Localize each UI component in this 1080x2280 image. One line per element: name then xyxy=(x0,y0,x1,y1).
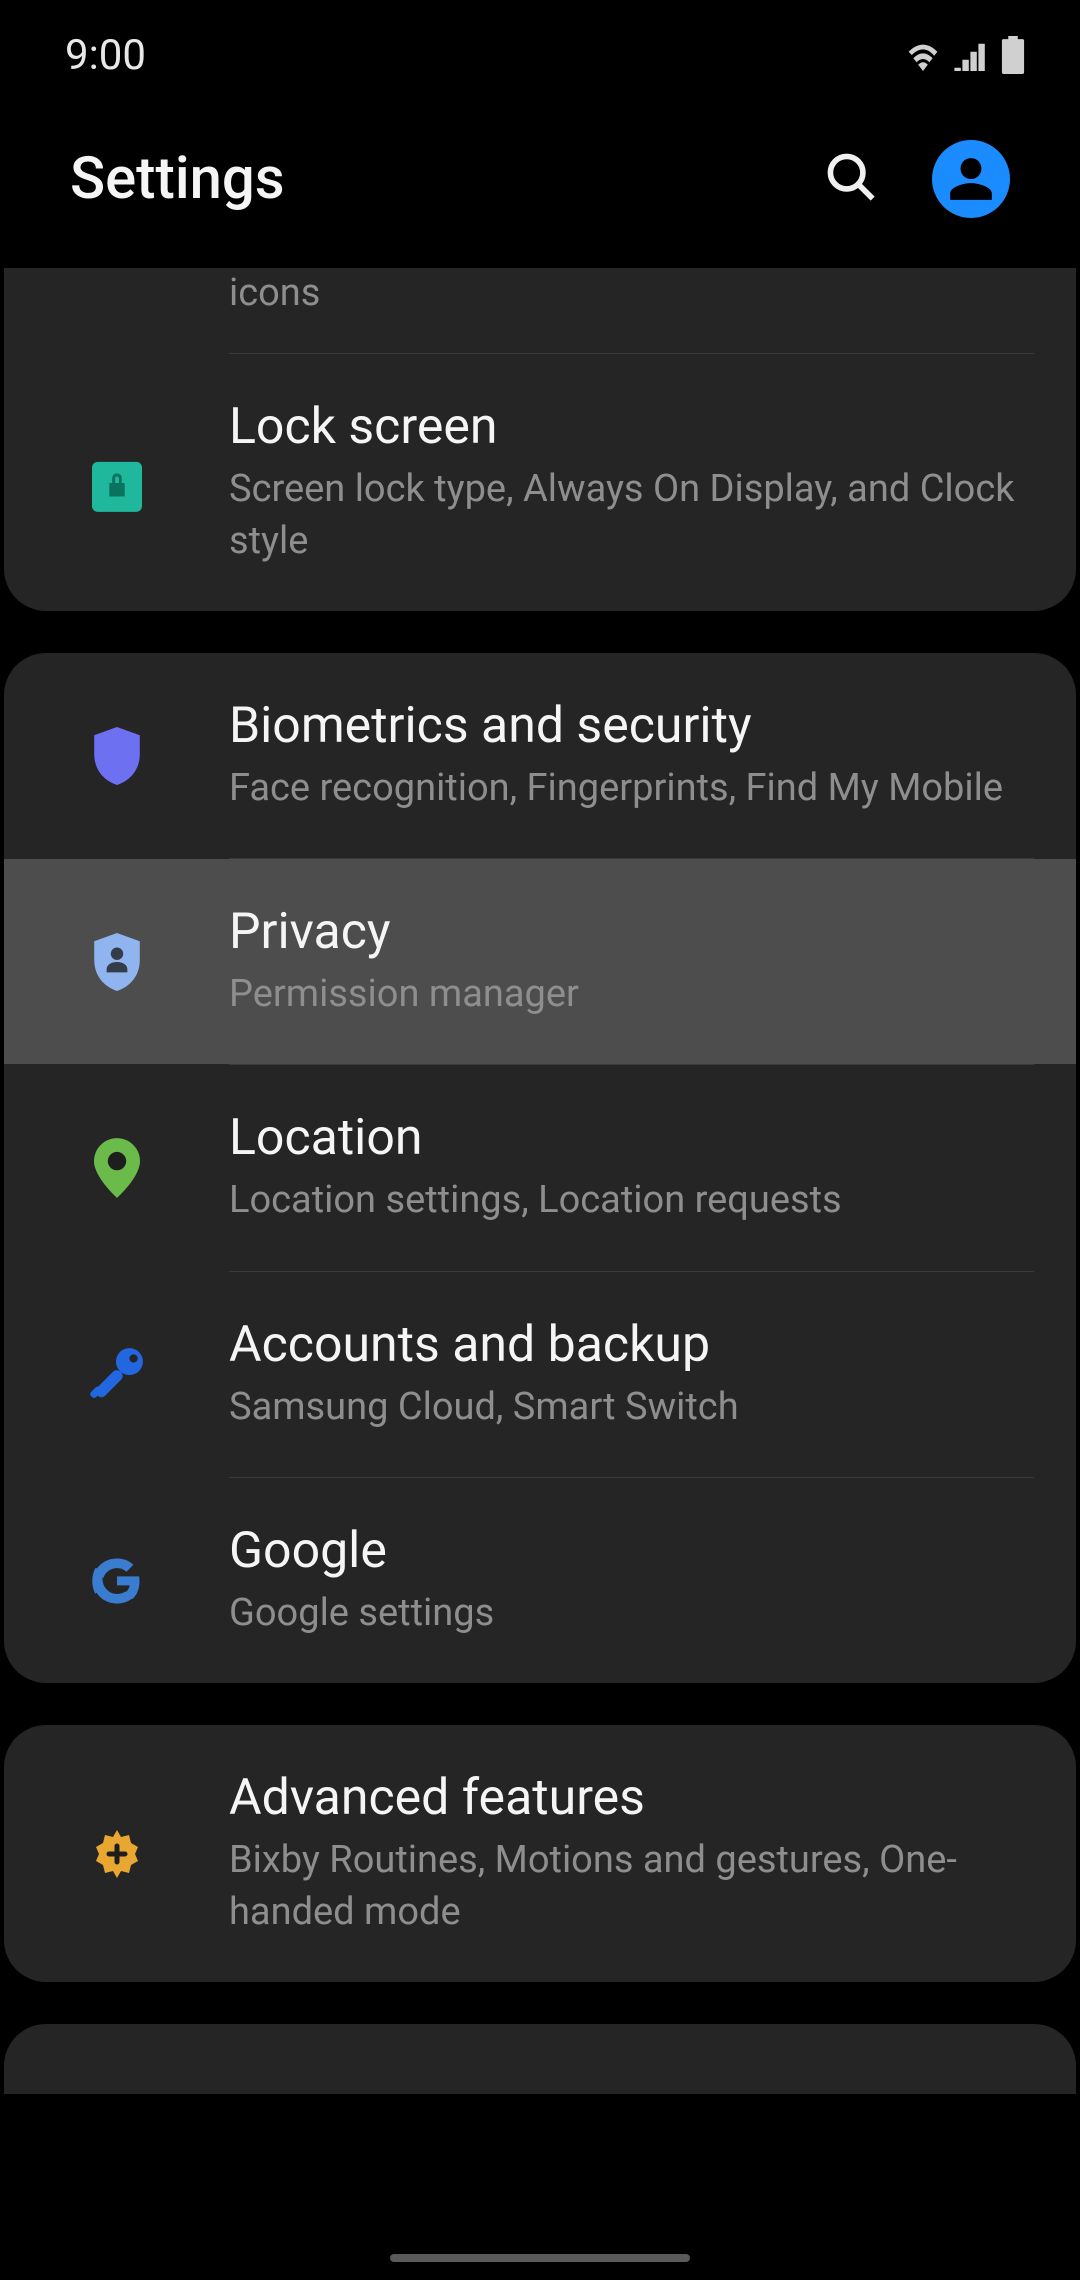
settings-group-security: Biometrics and security Face recognition… xyxy=(4,653,1076,1683)
setting-title: Biometrics and security xyxy=(229,697,1036,755)
key-icon xyxy=(88,1345,146,1403)
setting-title: Lock screen xyxy=(229,398,1036,456)
setting-subtitle: Samsung Cloud, Smart Switch xyxy=(229,1382,1036,1433)
privacy-shield-icon xyxy=(92,933,142,991)
status-bar: 9:00 xyxy=(0,0,1080,100)
setting-subtitle: Bixby Routines, Motions and gestures, On… xyxy=(229,1835,1036,1938)
settings-group-partial-top: icons Lock screen Screen lock type, Alwa… xyxy=(4,268,1076,611)
setting-row-display-partial[interactable]: icons xyxy=(4,268,1076,353)
person-icon xyxy=(946,154,996,204)
page-title: Settings xyxy=(70,145,285,213)
setting-title: Advanced features xyxy=(229,1769,1036,1827)
settings-group-partial-bottom xyxy=(4,2024,1076,2094)
search-icon xyxy=(825,151,877,203)
status-icons xyxy=(903,36,1025,74)
setting-row-biometrics[interactable]: Biometrics and security Face recognition… xyxy=(4,653,1076,858)
location-pin-icon xyxy=(94,1138,140,1198)
setting-subtitle: Location settings, Location requests xyxy=(229,1175,1036,1226)
setting-row-privacy[interactable]: Privacy Permission manager xyxy=(4,859,1076,1064)
signal-icon xyxy=(953,39,991,71)
setting-row-google[interactable]: Google Google settings xyxy=(4,1478,1076,1683)
app-header: Settings xyxy=(0,100,1080,268)
setting-row-lockscreen[interactable]: Lock screen Screen lock type, Always On … xyxy=(4,354,1076,611)
setting-title: Location xyxy=(229,1109,1036,1167)
setting-subtitle: Screen lock type, Always On Display, and… xyxy=(229,464,1036,567)
lock-icon xyxy=(92,454,142,512)
setting-row-advanced[interactable]: Advanced features Bixby Routines, Motion… xyxy=(4,1725,1076,1982)
gear-plus-icon xyxy=(89,1826,145,1882)
setting-row-location[interactable]: Location Location settings, Location req… xyxy=(4,1065,1076,1270)
account-avatar[interactable] xyxy=(932,140,1010,218)
setting-subtitle: Face recognition, Fingerprints, Find My … xyxy=(229,763,1036,814)
header-actions xyxy=(825,140,1010,218)
search-button[interactable] xyxy=(825,151,877,207)
wifi-icon xyxy=(903,39,943,71)
battery-icon xyxy=(1001,36,1025,74)
navigation-handle[interactable] xyxy=(390,2254,690,2262)
setting-subtitle: icons xyxy=(229,268,1036,319)
shield-icon xyxy=(92,727,142,785)
setting-title: Privacy xyxy=(229,903,1036,961)
setting-row-accounts[interactable]: Accounts and backup Samsung Cloud, Smart… xyxy=(4,1272,1076,1477)
settings-group-advanced: Advanced features Bixby Routines, Motion… xyxy=(4,1725,1076,1982)
status-time: 9:00 xyxy=(65,31,146,80)
setting-title: Google xyxy=(229,1522,1036,1580)
setting-subtitle: Permission manager xyxy=(229,969,1036,1020)
google-g-icon xyxy=(90,1554,144,1608)
settings-list[interactable]: icons Lock screen Screen lock type, Alwa… xyxy=(0,268,1080,2094)
setting-title: Accounts and backup xyxy=(229,1316,1036,1374)
setting-subtitle: Google settings xyxy=(229,1588,1036,1639)
